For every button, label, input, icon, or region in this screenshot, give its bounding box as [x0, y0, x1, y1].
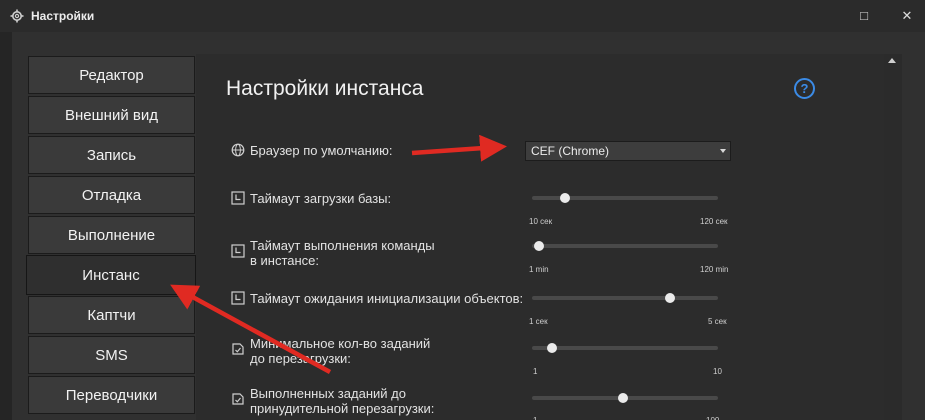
page-title: Настройки инстанса	[226, 77, 424, 100]
task-icon	[232, 393, 244, 405]
title-bar: Настройки □ ✕	[0, 0, 925, 32]
slider-min-label: 1 сек	[529, 317, 548, 326]
close-button[interactable]: ✕	[897, 6, 917, 26]
sidebar-item-appearance[interactable]: Внешний вид	[28, 96, 195, 134]
scrollbar[interactable]	[884, 54, 902, 420]
slider-min-label: 1	[533, 367, 538, 376]
sidebar-item-label: Отладка	[81, 186, 142, 204]
sidebar-item-translators[interactable]: Переводчики	[28, 376, 195, 414]
slider-max-label: 120 min	[700, 265, 729, 274]
sidebar-item-instance[interactable]: Инстанс	[26, 255, 196, 295]
sidebar-item-captcha[interactable]: Каптчи	[28, 296, 195, 334]
slider-max-label: 100	[706, 416, 719, 420]
chevron-down-icon	[720, 149, 726, 153]
clock-icon	[231, 244, 245, 258]
slider-label: Таймаут загрузки базы:	[250, 191, 392, 206]
window-title: Настройки	[31, 9, 95, 23]
slider-max-label: 5 сек	[708, 317, 727, 326]
gear-icon	[10, 9, 24, 23]
slider-max-label: 120 сек	[700, 217, 728, 226]
globe-icon	[231, 143, 245, 157]
sidebar-item-editor[interactable]: Редактор	[28, 56, 195, 94]
sidebar-item-recording[interactable]: Запись	[28, 136, 195, 174]
slider-max-label: 10	[713, 367, 722, 376]
sidebar-item-label: Переводчики	[65, 386, 158, 404]
sidebar-item-label: SMS	[95, 346, 128, 364]
sidebar-item-debugging[interactable]: Отладка	[28, 176, 195, 214]
slider-label: Выполненных заданий до принудительной пер…	[250, 386, 435, 416]
sidebar-item-sms[interactable]: SMS	[28, 336, 195, 374]
clock-icon	[231, 191, 245, 205]
browser-label: Браузер по умолчанию:	[250, 143, 393, 158]
slider-label: Таймаут выполнения команды в инстансе:	[250, 238, 435, 268]
sidebar-item-label: Инстанс	[82, 266, 140, 284]
maximize-button[interactable]: □	[854, 6, 874, 26]
sidebar-item-label: Запись	[86, 146, 137, 164]
help-icon[interactable]: ?	[794, 78, 815, 99]
sidebar-item-label: Внешний вид	[65, 106, 158, 124]
slider-track[interactable]	[532, 346, 718, 350]
task-icon	[232, 343, 244, 355]
slider-min-label: 1 min	[529, 265, 549, 274]
sidebar-item-label: Редактор	[79, 66, 144, 84]
slider-min-label: 1	[533, 416, 537, 420]
browser-select[interactable]: CEF (Chrome)	[525, 141, 731, 161]
sidebar-item-label: Каптчи	[87, 306, 136, 324]
slider-min-label: 10 сек	[529, 217, 553, 226]
sidebar-item-label: Выполнение	[67, 226, 156, 244]
scroll-up-arrow-icon[interactable]	[888, 58, 896, 63]
slider-thumb[interactable]	[664, 293, 675, 303]
slider-label: Минимальное кол-во заданий до перезагрузк…	[250, 336, 431, 366]
slider-track[interactable]	[532, 244, 718, 248]
clock-icon	[231, 291, 245, 305]
slider-track[interactable]	[532, 296, 718, 300]
slider-label: Таймаут ожидания инициализации объектов:	[250, 291, 524, 306]
sidebar-item-execution[interactable]: Выполнение	[28, 216, 195, 254]
